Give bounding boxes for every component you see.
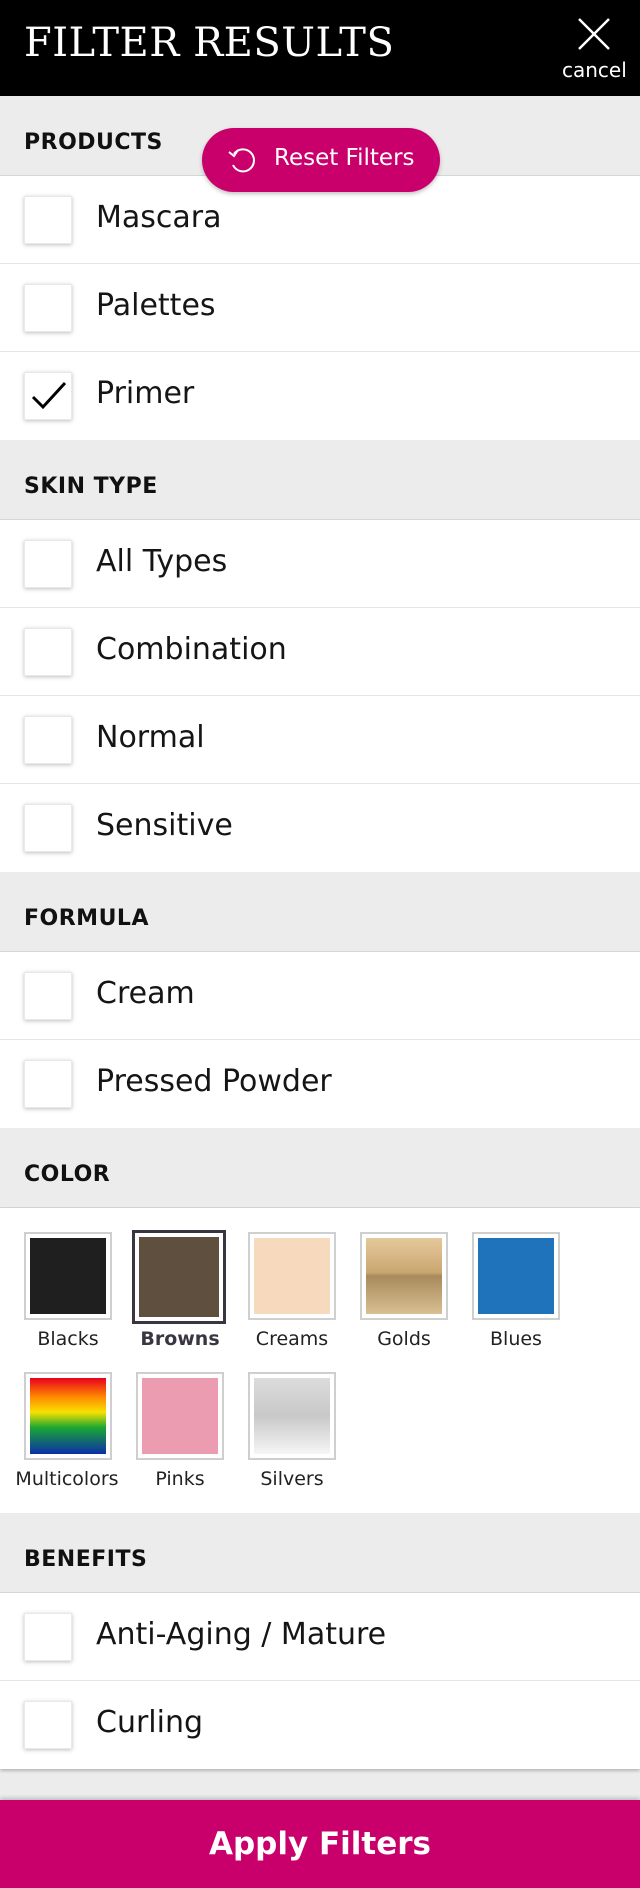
filter-option-all-types[interactable]: All Types: [0, 520, 640, 608]
section-label: SKIN TYPE: [24, 474, 158, 499]
swatch-fill: [478, 1238, 554, 1314]
option-label: Curling: [96, 1705, 204, 1740]
benefits-group: Anti-Aging / Mature Curling: [0, 1593, 640, 1769]
section-header-color: COLOR: [0, 1128, 640, 1208]
checkbox[interactable]: [24, 716, 72, 764]
swatch-blacks[interactable]: [24, 1232, 112, 1320]
swatch-fill: [366, 1238, 442, 1314]
apply-filters-label: Apply Filters: [208, 1826, 431, 1862]
cancel-label: cancel: [562, 58, 627, 82]
swatch-browns[interactable]: [132, 1230, 226, 1324]
filter-option-palettes[interactable]: Palettes: [0, 264, 640, 352]
filter-option-primer[interactable]: Primer: [0, 352, 640, 440]
apply-filters-button[interactable]: Apply Filters: [0, 1800, 640, 1888]
checkbox[interactable]: [24, 972, 72, 1020]
filter-option-combination[interactable]: Combination: [0, 608, 640, 696]
swatch-label: Blues: [490, 1328, 542, 1350]
checkbox[interactable]: [24, 284, 72, 332]
option-label: Combination: [96, 632, 287, 667]
filter-list[interactable]: PRODUCTS Mascara Palettes Primer SKIN TY…: [0, 96, 640, 1769]
page-title: FILTER RESULTS: [24, 20, 395, 66]
swatch-label: Creams: [255, 1328, 329, 1350]
option-label: Sensitive: [96, 808, 233, 843]
swatch-label: Blacks: [37, 1328, 99, 1350]
swatch-multicolors[interactable]: [24, 1372, 112, 1460]
checkbox[interactable]: [24, 372, 72, 420]
section-label: FORMULA: [24, 906, 149, 931]
option-label: Anti-Aging / Mature: [96, 1617, 387, 1652]
swatch-fill: [139, 1237, 219, 1317]
option-label: All Types: [96, 544, 228, 579]
swatch-label: Pinks: [155, 1468, 205, 1490]
formula-group: Cream Pressed Powder: [0, 952, 640, 1128]
swatch-label: Golds: [377, 1328, 431, 1350]
swatch-fill: [142, 1378, 218, 1454]
color-swatch-grid: Blacks Browns Creams Golds Blues Multico…: [0, 1208, 640, 1513]
checkbox[interactable]: [24, 540, 72, 588]
filter-option-curling[interactable]: Curling: [0, 1681, 640, 1769]
checkbox[interactable]: [24, 1060, 72, 1108]
undo-icon: [228, 148, 255, 173]
swatch-creams[interactable]: [248, 1232, 336, 1320]
reset-filters-label: Reset Filters: [274, 145, 415, 171]
swatch-label: Silvers: [260, 1468, 324, 1490]
swatch-label: Multicolors: [15, 1468, 119, 1490]
option-label: Pressed Powder: [96, 1064, 332, 1099]
filter-option-cream[interactable]: Cream: [0, 952, 640, 1040]
skin-type-group: All Types Combination Normal Sensitive: [0, 520, 640, 872]
checkmark-icon: [31, 381, 67, 410]
swatch-golds[interactable]: [360, 1232, 448, 1320]
swatch-label: Browns: [140, 1328, 220, 1350]
swatch-blues[interactable]: [472, 1232, 560, 1320]
cancel-button[interactable]: cancel: [562, 16, 627, 82]
swatch-pinks[interactable]: [136, 1372, 224, 1460]
option-label: Primer: [96, 376, 195, 411]
checkbox[interactable]: [24, 628, 72, 676]
reset-filters-button[interactable]: Reset Filters: [202, 128, 440, 192]
option-label: Mascara: [96, 200, 222, 235]
checkbox[interactable]: [24, 804, 72, 852]
filter-option-anti-aging[interactable]: Anti-Aging / Mature: [0, 1593, 640, 1681]
filter-option-sensitive[interactable]: Sensitive: [0, 784, 640, 872]
section-header-benefits: BENEFITS: [0, 1513, 640, 1593]
option-label: Normal: [96, 720, 205, 755]
option-label: Cream: [96, 976, 195, 1011]
swatch-silvers[interactable]: [248, 1372, 336, 1460]
section-label: PRODUCTS: [24, 130, 163, 155]
swatch-fill: [30, 1238, 106, 1314]
checkbox[interactable]: [24, 196, 72, 244]
filter-option-normal[interactable]: Normal: [0, 696, 640, 784]
swatch-fill: [30, 1378, 106, 1454]
checkbox[interactable]: [24, 1701, 72, 1749]
close-icon: [578, 18, 610, 50]
swatch-fill: [254, 1238, 330, 1314]
filter-option-pressed-powder[interactable]: Pressed Powder: [0, 1040, 640, 1128]
section-label: COLOR: [24, 1162, 111, 1187]
section-label: BENEFITS: [24, 1547, 148, 1572]
checkbox[interactable]: [24, 1613, 72, 1661]
header-bar: FILTER RESULTS cancel: [0, 0, 640, 96]
option-label: Palettes: [96, 288, 216, 323]
section-header-formula: FORMULA: [0, 872, 640, 952]
swatch-fill: [254, 1378, 330, 1454]
products-group: Mascara Palettes Primer: [0, 176, 640, 440]
section-header-skin-type: SKIN TYPE: [0, 440, 640, 520]
